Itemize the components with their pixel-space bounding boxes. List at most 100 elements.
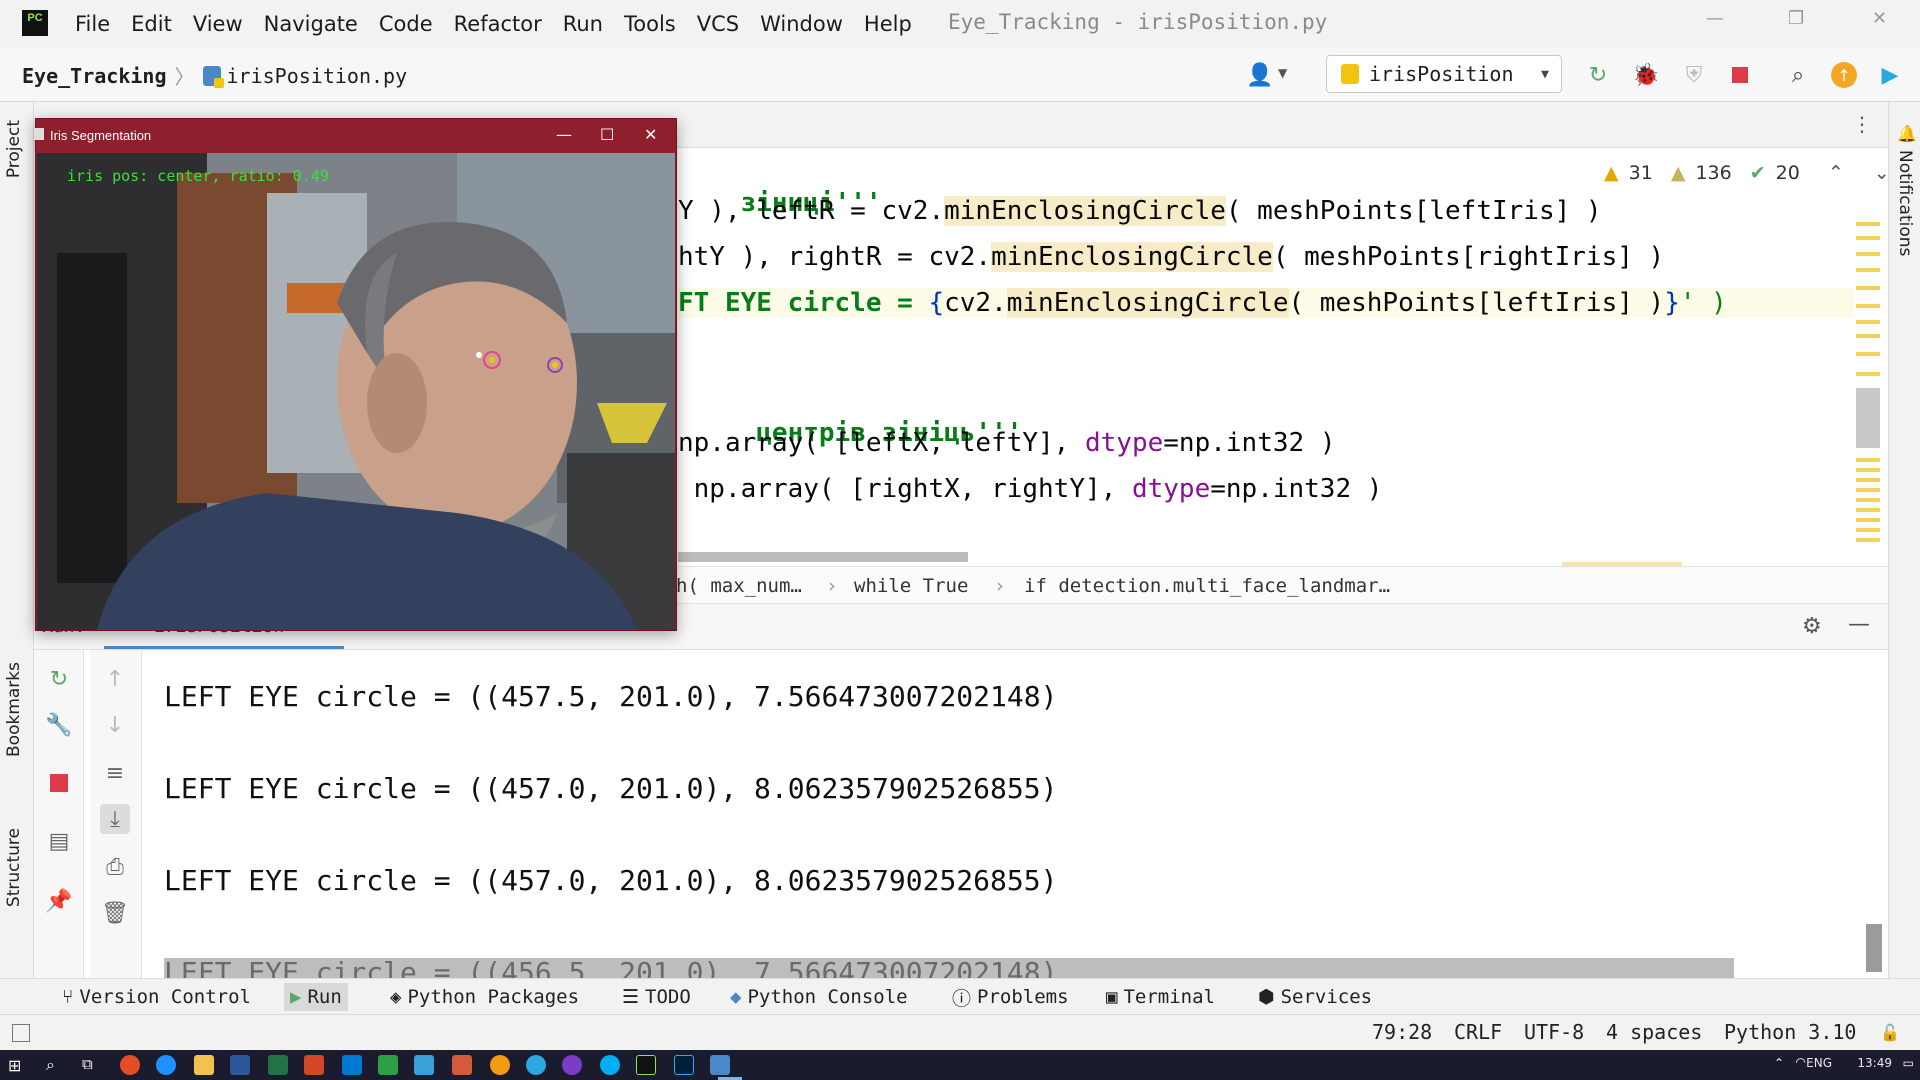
- tray-chevron-icon[interactable]: ⌃: [1774, 1056, 1784, 1070]
- mail-icon[interactable]: [414, 1055, 434, 1075]
- tab-terminal[interactable]: ▣ Terminal: [1100, 983, 1221, 1011]
- more-options-icon[interactable]: ⋮: [1852, 112, 1872, 136]
- layout-icon[interactable]: ▤: [44, 826, 74, 856]
- file-encoding[interactable]: UTF-8: [1524, 1020, 1584, 1044]
- app-icon[interactable]: [452, 1055, 472, 1075]
- gear-icon[interactable]: ⚙: [1802, 614, 1822, 639]
- tab-structure[interactable]: Structure: [4, 828, 24, 907]
- tab-problems[interactable]: ⓘ Problems: [946, 983, 1075, 1011]
- outlook-icon[interactable]: [342, 1055, 362, 1075]
- tab-services[interactable]: ⬢ Services: [1252, 983, 1378, 1011]
- bell-icon[interactable]: 🔔: [1897, 124, 1917, 143]
- stop-icon[interactable]: [44, 768, 74, 798]
- edge-icon[interactable]: [156, 1055, 176, 1075]
- run-config-select[interactable]: irisPosition ▼: [1326, 55, 1562, 93]
- horizontal-scrollbar[interactable]: [678, 552, 968, 562]
- search-icon[interactable]: ⌕: [1784, 61, 1812, 89]
- stop-icon[interactable]: [1726, 61, 1754, 89]
- code-breadcrumb-item[interactable]: if detection.multi_face_landmar…: [1024, 575, 1390, 597]
- menu-tools[interactable]: Tools: [624, 12, 676, 36]
- pycharm-taskbar-icon[interactable]: [636, 1055, 656, 1075]
- tab-project[interactable]: Project: [4, 120, 24, 178]
- tab-bookmarks[interactable]: Bookmarks: [4, 662, 24, 757]
- code-breadcrumb-item[interactable]: while True: [854, 575, 968, 597]
- code-with-me-icon[interactable]: ▶: [1876, 61, 1904, 89]
- language-indicator[interactable]: ENG: [1806, 1056, 1832, 1070]
- arrow-down-icon[interactable]: ↓: [100, 710, 130, 740]
- trash-icon[interactable]: 🗑: [100, 898, 130, 928]
- menu-refactor[interactable]: Refactor: [454, 12, 542, 36]
- stripe-viewport[interactable]: [1856, 388, 1880, 448]
- notification-center-icon[interactable]: ▭: [1903, 1056, 1914, 1070]
- pin-icon[interactable]: 📌: [44, 886, 74, 916]
- line-separator[interactable]: CRLF: [1454, 1020, 1502, 1044]
- maximize-icon[interactable]: ☐: [600, 125, 614, 144]
- update-icon[interactable]: ↑: [1830, 61, 1858, 89]
- python-app-icon[interactable]: [710, 1055, 730, 1075]
- windows-start-icon[interactable]: ⊞: [8, 1056, 21, 1075]
- telegram-icon[interactable]: [526, 1055, 546, 1075]
- excel-icon[interactable]: [268, 1055, 288, 1075]
- print-icon[interactable]: ⎙: [100, 852, 130, 882]
- inspection-widget[interactable]: ▲ 31 ▲ 136 ✔ 20 ⌃ ⌄: [1604, 162, 1890, 184]
- photoshop-icon[interactable]: [674, 1055, 694, 1075]
- minimize-icon[interactable]: —: [1706, 8, 1724, 29]
- word-icon[interactable]: [230, 1055, 250, 1075]
- python-interpreter[interactable]: Python 3.10: [1724, 1020, 1856, 1044]
- coverage-icon[interactable]: ⛨: [1680, 61, 1708, 89]
- chevron-down-icon[interactable]: ▼: [1278, 66, 1287, 80]
- close-icon[interactable]: ✕: [1872, 8, 1887, 29]
- menu-window[interactable]: Window: [760, 12, 843, 36]
- layout-toggle-icon[interactable]: [12, 1024, 30, 1042]
- arrow-up-icon[interactable]: ↑: [100, 664, 130, 694]
- menu-view[interactable]: View: [193, 12, 243, 36]
- user-icon[interactable]: 👤: [1246, 61, 1274, 89]
- explorer-icon[interactable]: [194, 1055, 214, 1075]
- clock[interactable]: 13:49: [1857, 1056, 1892, 1070]
- search-icon[interactable]: ⌕: [46, 1055, 55, 1075]
- menu-help[interactable]: Help: [864, 12, 912, 36]
- iris-segmentation-window[interactable]: Iris Segmentation — ☐ ✕ iris pos: center…: [34, 118, 677, 631]
- restore-icon[interactable]: ❐: [1788, 8, 1804, 29]
- error-stripe[interactable]: [1856, 212, 1880, 552]
- firefox-icon[interactable]: [490, 1055, 510, 1075]
- tab-python-console[interactable]: ◆ Python Console: [724, 983, 914, 1011]
- console-output[interactable]: LEFT EYE circle = ((457.5, 201.0), 7.566…: [142, 650, 1886, 978]
- indent-setting[interactable]: 4 spaces: [1606, 1020, 1702, 1044]
- tab-python-packages[interactable]: ◈ Python Packages: [384, 983, 585, 1011]
- menu-vcs[interactable]: VCS: [697, 12, 739, 36]
- breadcrumb-project[interactable]: Eye_Tracking: [22, 64, 167, 88]
- powerpoint-icon[interactable]: [304, 1055, 324, 1075]
- close-icon[interactable]: ✕: [644, 125, 657, 144]
- lock-icon[interactable]: 🔓: [1880, 1023, 1900, 1042]
- debug-icon[interactable]: 🐞: [1632, 61, 1660, 89]
- tab-todo[interactable]: ☰ TODO: [616, 983, 697, 1011]
- app-icon[interactable]: [378, 1055, 398, 1075]
- menu-code[interactable]: Code: [379, 12, 433, 36]
- tab-version-control[interactable]: ⑂ Version Control: [56, 983, 257, 1011]
- chevron-down-icon[interactable]: ⌄: [1874, 162, 1890, 184]
- code-breadcrumb-item[interactable]: h( max_num…: [676, 575, 802, 597]
- wifi-icon[interactable]: ◠: [1796, 1055, 1806, 1069]
- minimize-icon[interactable]: —: [556, 125, 572, 144]
- soft-wrap-icon[interactable]: ≡: [100, 758, 130, 788]
- caret-position[interactable]: 79:28: [1372, 1020, 1432, 1044]
- tab-notifications[interactable]: Notifications: [1895, 150, 1915, 256]
- scroll-to-end-icon[interactable]: ⤓: [100, 804, 130, 834]
- wrench-icon[interactable]: 🔧: [44, 710, 74, 740]
- rerun-icon[interactable]: ↻: [1584, 61, 1612, 89]
- viber-icon[interactable]: [562, 1055, 582, 1075]
- menu-edit[interactable]: Edit: [131, 12, 172, 36]
- camera-titlebar[interactable]: Iris Segmentation — ☐ ✕: [34, 119, 676, 153]
- chevron-up-icon[interactable]: ⌃: [1828, 162, 1844, 184]
- menu-run[interactable]: Run: [563, 12, 603, 36]
- console-scrollbar[interactable]: [1866, 924, 1882, 972]
- menu-navigate[interactable]: Navigate: [264, 12, 358, 36]
- rerun-icon[interactable]: ↻: [44, 664, 74, 694]
- skype-icon[interactable]: [600, 1055, 620, 1075]
- menu-file[interactable]: File: [75, 12, 110, 36]
- hide-icon[interactable]: —: [1848, 612, 1870, 637]
- tab-run[interactable]: ▶ Run: [284, 983, 348, 1011]
- chrome-icon[interactable]: [120, 1055, 140, 1075]
- task-view-icon[interactable]: ⧉: [82, 1055, 93, 1073]
